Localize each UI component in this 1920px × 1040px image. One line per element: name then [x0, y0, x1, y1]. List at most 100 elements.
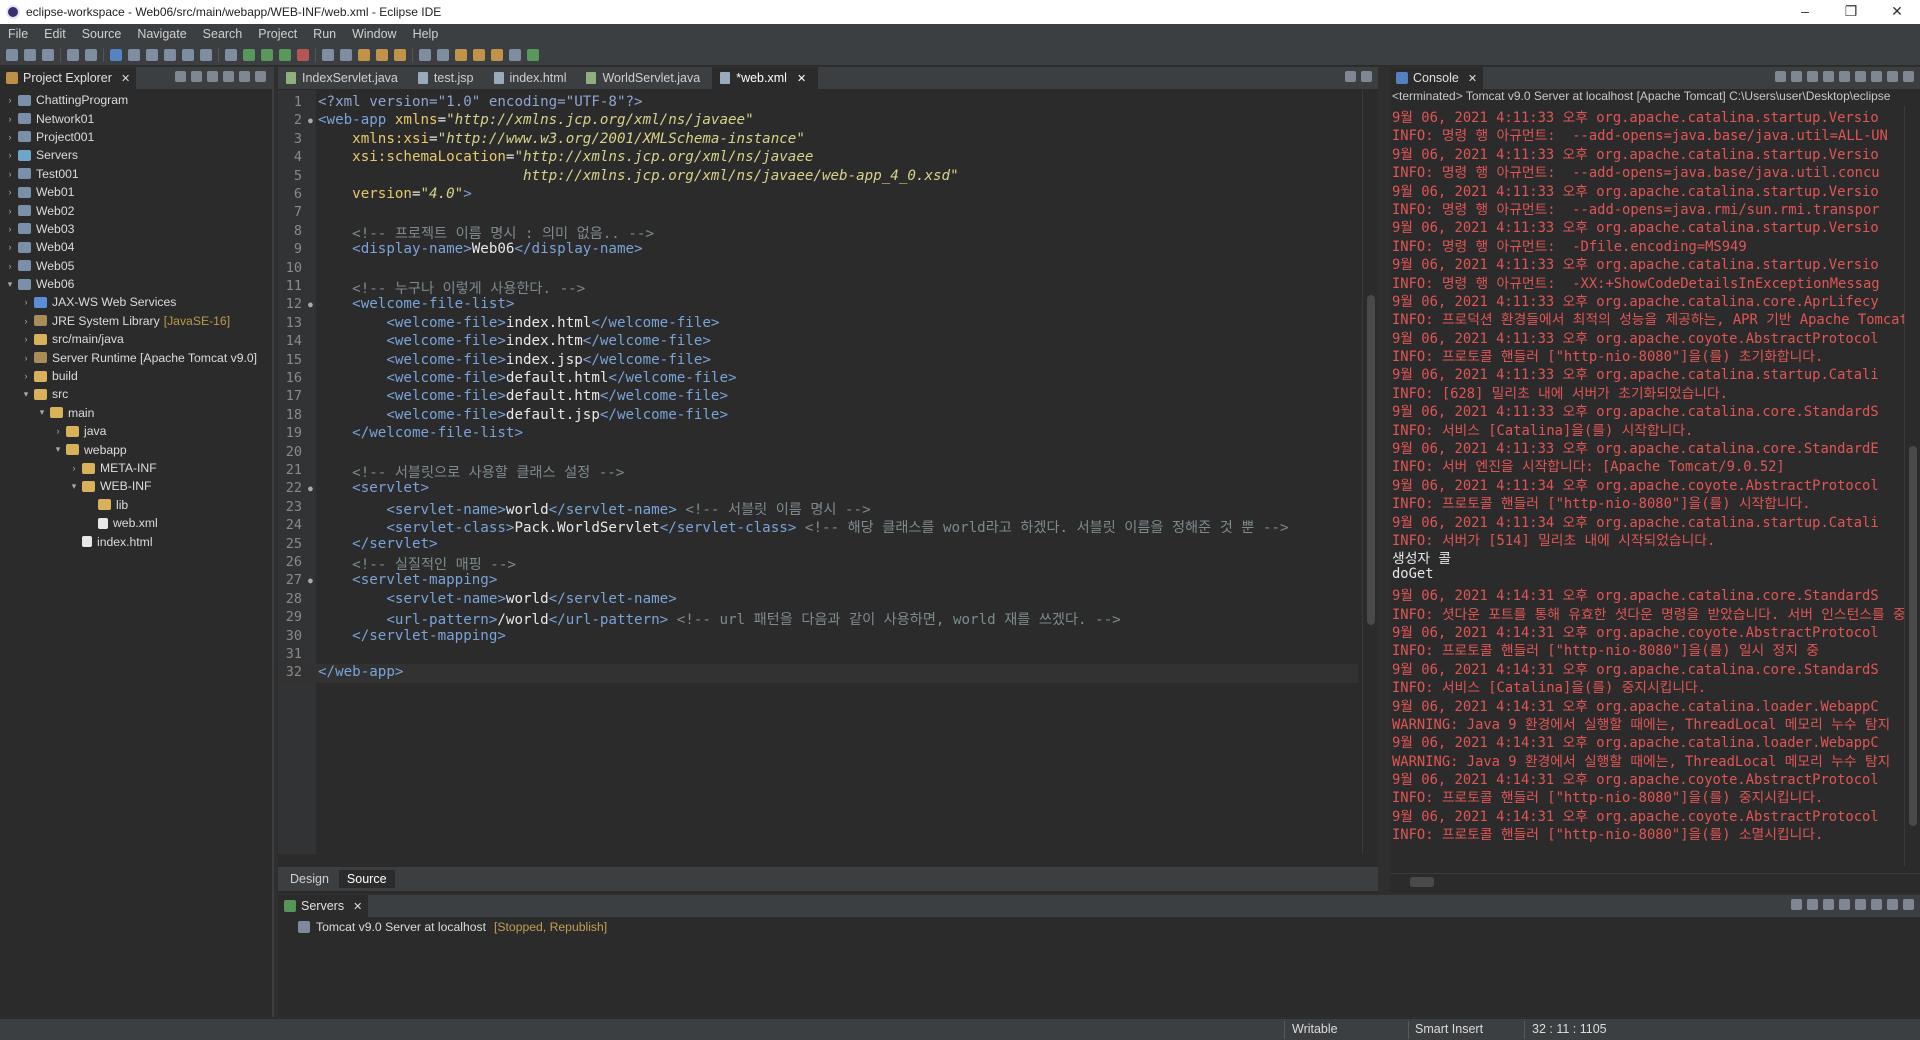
code-line[interactable]: 10	[278, 260, 1358, 278]
tree-item[interactable]: › Web05	[0, 257, 272, 275]
tree-item[interactable]: ▾ src	[0, 385, 272, 403]
code-line[interactable]: 16 <welcome-file>default.html</welcome-f…	[278, 370, 1358, 388]
code-line[interactable]: 3 xmlns:xsi="http://www.w3.org/2001/XMLS…	[278, 131, 1358, 149]
code-line[interactable]: 15 <welcome-file>index.jsp</welcome-file…	[278, 352, 1358, 370]
editor-horizontal-scrollbar[interactable]	[316, 854, 1362, 868]
fold-marker[interactable]	[308, 333, 316, 351]
back-icon[interactable]	[473, 48, 485, 61]
editor-tab[interactable]: *web.xml ✕	[712, 67, 819, 89]
chevron-right-icon[interactable]: ›	[4, 224, 16, 234]
code-line[interactable]: 12 ● <welcome-file-list>	[278, 296, 1358, 314]
code-line[interactable]: 24 <servlet-class>Pack.WorldServlet</ser…	[278, 517, 1358, 536]
fold-marker[interactable]: ●	[308, 296, 316, 314]
tree-item[interactable]: › JRE System Library [JavaSE-16]	[0, 312, 272, 330]
tree-item[interactable]: › Network01	[0, 109, 272, 127]
fold-marker[interactable]	[308, 94, 316, 112]
code-line[interactable]: 26 <!-- 실질적인 매핑 -->	[278, 554, 1358, 573]
view-menu-icon[interactable]	[223, 71, 234, 82]
close-icon[interactable]: ✕	[1468, 72, 1477, 85]
tree-item[interactable]: › src/main/java	[0, 330, 272, 348]
scroll-thumb[interactable]	[1909, 446, 1917, 826]
menu-file[interactable]: File	[0, 27, 36, 41]
code-line[interactable]: 28 <servlet-name>world</servlet-name>	[278, 591, 1358, 609]
suspend-icon[interactable]	[128, 48, 140, 61]
fold-marker[interactable]	[308, 278, 316, 296]
search-tool-icon[interactable]	[419, 48, 431, 61]
chevron-right-icon[interactable]: ›	[4, 187, 16, 197]
tab-source[interactable]: Source	[338, 870, 395, 888]
chevron-right-icon[interactable]: ›	[4, 114, 16, 124]
chevron-down-icon[interactable]: ▾	[20, 389, 32, 400]
close-icon[interactable]: ✕	[121, 72, 130, 85]
chevron-right-icon[interactable]: ›	[20, 316, 32, 326]
status-insert-mode[interactable]: Smart Insert	[1415, 1022, 1483, 1036]
menu-navigate[interactable]: Navigate	[129, 27, 194, 41]
fold-marker[interactable]: ●	[308, 480, 316, 498]
tree-item[interactable]: index.html	[0, 532, 272, 550]
code-line[interactable]: 19 </welcome-file-list>	[278, 425, 1358, 443]
editor-tab[interactable]: test.jsp	[410, 67, 486, 89]
pin-icon[interactable]	[509, 48, 521, 61]
tree-item[interactable]: › JAX-WS Web Services	[0, 293, 272, 311]
menu-window[interactable]: Window	[344, 27, 404, 41]
tree-item[interactable]: web.xml	[0, 514, 272, 532]
scroll-lock-icon[interactable]	[1823, 71, 1834, 82]
code-line[interactable]: 6 version="4.0">	[278, 186, 1358, 204]
tree-item[interactable]: › Web01	[0, 183, 272, 201]
fold-marker[interactable]	[308, 168, 316, 186]
maximize-view-icon[interactable]	[1903, 899, 1914, 910]
code-line[interactable]: 22 ● <servlet>	[278, 480, 1358, 498]
fold-marker[interactable]	[308, 407, 316, 425]
forward-icon[interactable]	[491, 48, 503, 61]
menu-edit[interactable]: Edit	[36, 27, 74, 41]
step-return-icon[interactable]	[200, 48, 212, 61]
fold-marker[interactable]: ●	[308, 572, 316, 590]
chevron-right-icon[interactable]: ›	[4, 150, 16, 160]
editor-tab[interactable]: index.html	[486, 67, 579, 89]
fold-marker[interactable]	[308, 186, 316, 204]
code-line[interactable]: 21 <!-- 서블릿으로 사용할 클래스 설정 -->	[278, 462, 1358, 481]
pin-console-icon[interactable]	[1839, 71, 1850, 82]
save-icon[interactable]	[24, 48, 36, 61]
remove-launch-icon[interactable]	[1791, 71, 1802, 82]
console-vertical-scrollbar[interactable]	[1904, 106, 1920, 866]
scroll-thumb[interactable]	[1367, 295, 1375, 625]
editor-vertical-scrollbar[interactable]	[1362, 90, 1378, 854]
chevron-down-icon[interactable]: ▾	[36, 407, 48, 418]
chevron-right-icon[interactable]: ›	[52, 426, 64, 436]
prev-annotation-icon[interactable]	[455, 48, 467, 61]
fold-marker[interactable]	[308, 315, 316, 333]
minimize-view-icon[interactable]	[1345, 71, 1356, 82]
code-line[interactable]: 32 </web-app>	[278, 664, 1358, 683]
terminate-icon[interactable]	[1775, 71, 1786, 82]
stop-icon[interactable]	[146, 48, 158, 61]
stop-server-icon[interactable]	[1839, 899, 1850, 910]
chevron-right-icon[interactable]: ›	[68, 463, 80, 473]
code-line[interactable]: 8 <!-- 프로젝트 이름 명시 : 의미 없음.. -->	[278, 223, 1358, 242]
chevron-right-icon[interactable]: ›	[4, 242, 16, 252]
editor-tab[interactable]: WorldServlet.java	[578, 67, 712, 89]
restore-icon[interactable]: ❐	[1828, 0, 1874, 24]
new-java-project-icon[interactable]	[322, 48, 334, 61]
code-line[interactable]: 2 ● <web-app xmlns="http://xmlns.jcp.org/x…	[278, 112, 1358, 130]
code-line[interactable]: 31	[278, 646, 1358, 664]
external-tools-icon[interactable]	[297, 48, 309, 61]
tab-design[interactable]: Design	[282, 870, 337, 888]
fold-marker[interactable]	[308, 646, 316, 664]
tree-item[interactable]: › Web04	[0, 238, 272, 256]
fold-marker[interactable]	[308, 223, 316, 241]
tab-servers[interactable]: Servers ✕	[278, 895, 369, 917]
chevron-down-icon[interactable]: ▾	[68, 481, 80, 492]
collapse-all-icon[interactable]	[175, 71, 186, 82]
open-folder-icon[interactable]	[358, 48, 370, 61]
tree-item[interactable]: › Servers	[0, 146, 272, 164]
new-package-icon[interactable]	[340, 48, 352, 61]
coverage-icon[interactable]	[279, 48, 291, 61]
open-type-icon[interactable]	[225, 48, 237, 61]
tree-item[interactable]: ▾ main	[0, 404, 272, 422]
code-editor[interactable]: 1 <?xml version="1.0" encoding="UTF-8"?> 2…	[278, 90, 1378, 868]
start-server-icon[interactable]	[1807, 899, 1818, 910]
status-cursor-position[interactable]: 32 : 11 : 1105	[1532, 1022, 1607, 1036]
chevron-right-icon[interactable]: ›	[20, 371, 32, 381]
save-all-icon[interactable]	[42, 48, 54, 61]
